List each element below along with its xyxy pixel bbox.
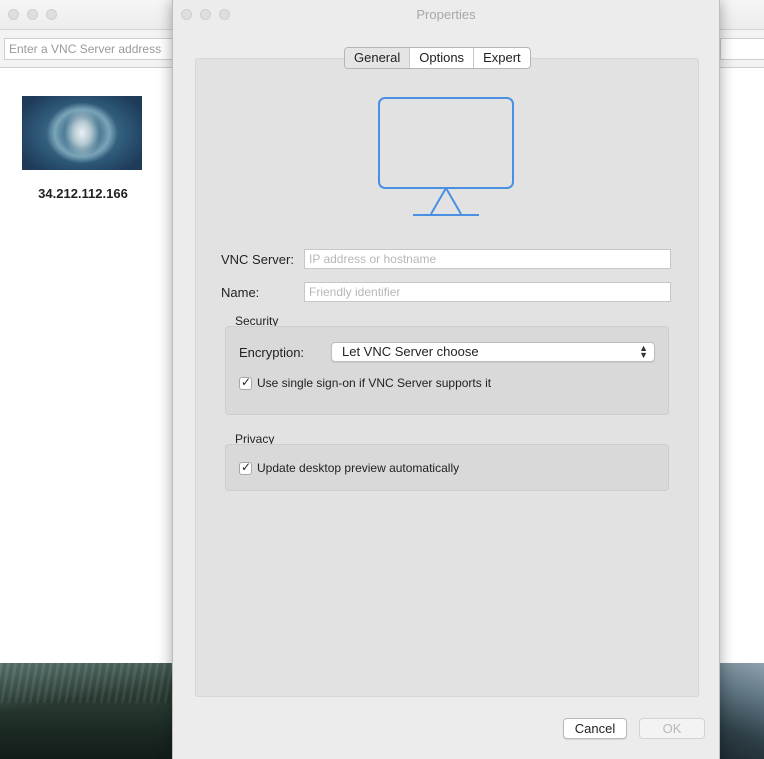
ok-button[interactable]: OK	[639, 718, 705, 739]
preview-label: Update desktop preview automatically	[257, 461, 460, 475]
name-input[interactable]	[304, 282, 671, 302]
connection-label[interactable]: 34.212.112.166	[0, 186, 166, 201]
tab-options[interactable]: Options	[409, 48, 473, 68]
encryption-select[interactable]: Let VNC Server choose ▲ ▼	[331, 342, 655, 362]
minimize-window-button[interactable]	[27, 9, 38, 20]
vnc-server-input[interactable]	[304, 249, 671, 269]
desktop-wallpaper-left	[0, 663, 172, 759]
tab-bar: General Options Expert	[344, 47, 531, 69]
sso-label: Use single sign-on if VNC Server support…	[257, 376, 492, 390]
monitor-icon	[378, 97, 514, 216]
tab-expert[interactable]: Expert	[473, 48, 530, 68]
sso-checkbox[interactable]: ✓	[239, 374, 252, 390]
vnc-server-label: VNC Server:	[221, 252, 294, 267]
name-label: Name:	[221, 285, 260, 300]
updown-arrows-icon: ▲ ▼	[639, 343, 648, 360]
cancel-button[interactable]: Cancel	[563, 718, 627, 739]
close-window-button[interactable]	[8, 9, 19, 20]
dialog-titlebar: Properties	[173, 0, 719, 30]
security-group	[225, 326, 669, 415]
checkmark-icon: ✓	[241, 459, 252, 474]
encryption-selected-value: Let VNC Server choose	[342, 344, 479, 359]
preview-option[interactable]: ✓ Update desktop preview automatically	[239, 459, 460, 475]
dialog-title: Properties	[416, 7, 476, 22]
zoom-window-button[interactable]	[46, 9, 57, 20]
tab-general[interactable]: General	[345, 48, 410, 68]
desktop-wallpaper-right	[720, 663, 764, 759]
encryption-label: Encryption:	[239, 345, 305, 360]
preview-checkbox[interactable]: ✓	[239, 459, 252, 475]
sso-option[interactable]: ✓ Use single sign-on if VNC Server suppo…	[239, 374, 492, 390]
search-field[interactable]	[720, 38, 764, 60]
desktop-preview-thumbnail[interactable]	[22, 96, 142, 170]
checkmark-icon: ✓	[241, 374, 252, 389]
properties-dialog: Properties General Options Expert VNC Se…	[172, 0, 720, 759]
